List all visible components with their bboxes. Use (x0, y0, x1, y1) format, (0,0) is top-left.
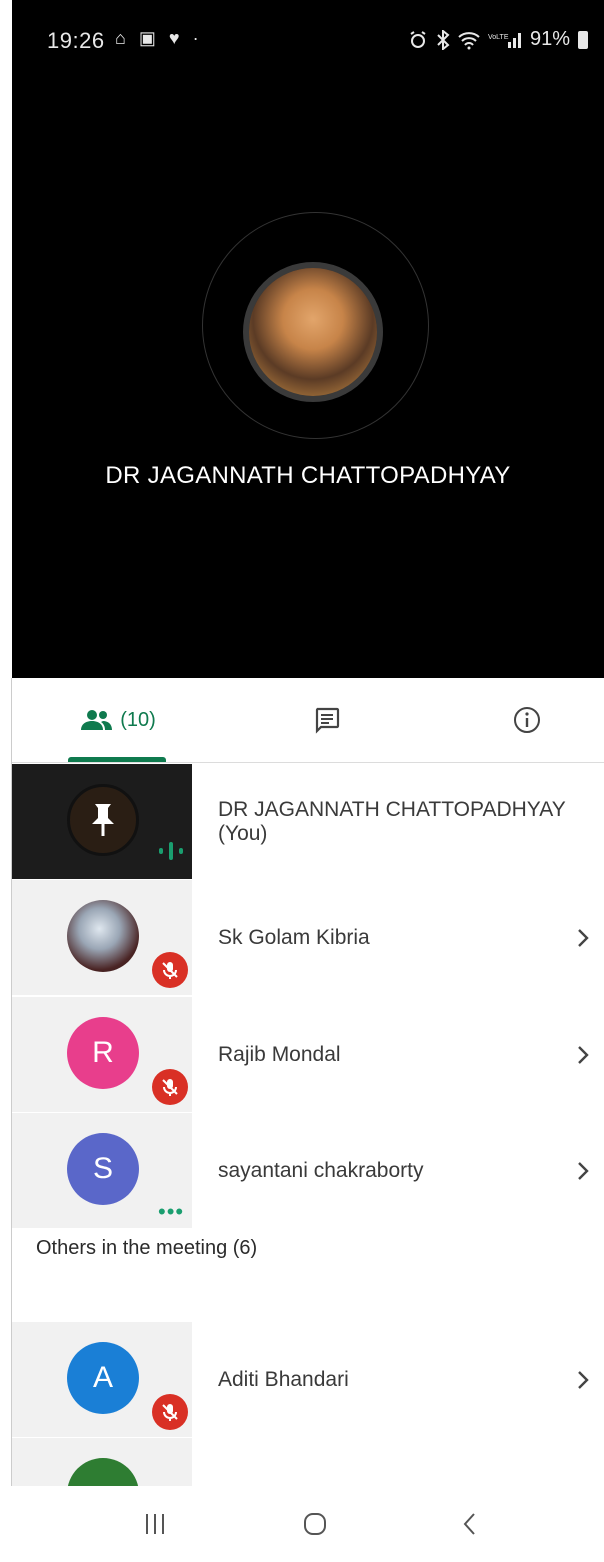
home-icon (304, 1513, 326, 1535)
pin-icon (92, 804, 114, 836)
avatar-letter: R (92, 1036, 114, 1069)
mic-off-icon (162, 962, 178, 979)
speaking-indicator-icon (159, 842, 183, 860)
battery-percentage: 91% (529, 28, 570, 50)
participant-name: Sk Golam Kibria (218, 925, 370, 949)
caller-name: DR JAGANNATH CHATTOPADHYAY (105, 462, 511, 489)
participant-name: sayantani chakraborty (218, 1158, 424, 1182)
recents-button[interactable] (115, 1486, 195, 1562)
participant-row[interactable]: S ••• sayantani chakraborty (12, 1113, 604, 1228)
status-right: VoLTE 91% (408, 28, 588, 51)
active-tab-indicator (68, 757, 166, 762)
avatar-letter: S (92, 1152, 113, 1185)
avatar (67, 784, 139, 856)
system-nav-bar (0, 1486, 604, 1562)
mic-off-badge (152, 1394, 188, 1430)
wifi-icon (458, 31, 480, 49)
participant-row-self: DR JAGANNATH CHATTOPADHYAY (You) (12, 764, 604, 879)
screen: 19:26 ⌂ ▣ ♥ · VoLTE 91% DR JAGANNATH CHA… (0, 0, 604, 1562)
svg-text:VoLTE: VoLTE (488, 34, 509, 41)
back-button[interactable] (430, 1486, 510, 1562)
avatar: R (67, 1017, 139, 1089)
caller-photo (249, 268, 377, 396)
recents-icon (146, 1514, 164, 1534)
window-left-edge (0, 678, 12, 1562)
connecting-dots-icon: ••• (158, 1199, 185, 1224)
tab-people[interactable]: (10) (62, 678, 172, 762)
participant-tile: R (12, 997, 192, 1112)
mic-off-icon (162, 1079, 178, 1096)
participant-tile (12, 764, 192, 879)
notification-icons: ⌂ ▣ ♥ · (115, 28, 203, 48)
participant-tile: A (12, 1322, 192, 1437)
avatar (67, 900, 139, 972)
tab-info[interactable] (487, 678, 567, 762)
info-icon (514, 707, 540, 733)
participant-tile: S ••• (12, 1113, 192, 1228)
battery-icon (578, 30, 588, 49)
back-icon (463, 1513, 475, 1535)
mic-off-badge (152, 952, 188, 988)
chevron-right-icon (576, 997, 590, 1112)
chevron-right-icon (576, 1113, 590, 1228)
participant-row[interactable]: R Rajib Mondal (12, 997, 604, 1112)
tab-chat[interactable] (282, 678, 372, 762)
participant-name: Aditi Bhandari (218, 1367, 349, 1391)
mic-off-icon (162, 1404, 178, 1421)
people-count: (10) (120, 708, 156, 731)
participant-row[interactable]: A Aditi Bhandari (12, 1322, 604, 1437)
alarm-icon (410, 30, 426, 48)
signal-icon: VoLTE (488, 32, 521, 48)
participant-row[interactable]: Sk Golam Kibria (12, 880, 604, 995)
participant-name: Rajib Mondal (218, 1042, 341, 1066)
meeting-tabs: (10) (12, 678, 604, 763)
status-time: 19:26 (47, 28, 105, 53)
mic-off-badge (152, 1069, 188, 1105)
avatar: S (67, 1133, 139, 1205)
people-icon (81, 710, 113, 730)
chevron-right-icon (576, 880, 590, 995)
status-bar: 19:26 ⌂ ▣ ♥ · VoLTE 91% (0, 0, 604, 90)
chat-icon (315, 707, 340, 734)
others-section-heading: Others in the meeting (6) (36, 1237, 258, 1259)
home-button[interactable] (275, 1486, 355, 1562)
participant-tile (12, 880, 192, 995)
chevron-right-icon (576, 1322, 590, 1437)
participant-name: DR JAGANNATH CHATTOPADHYAY (You) (218, 797, 566, 845)
caller-avatar (243, 262, 383, 402)
avatar-letter: A (92, 1361, 113, 1394)
bluetooth-icon (437, 29, 450, 50)
avatar: A (67, 1342, 139, 1414)
